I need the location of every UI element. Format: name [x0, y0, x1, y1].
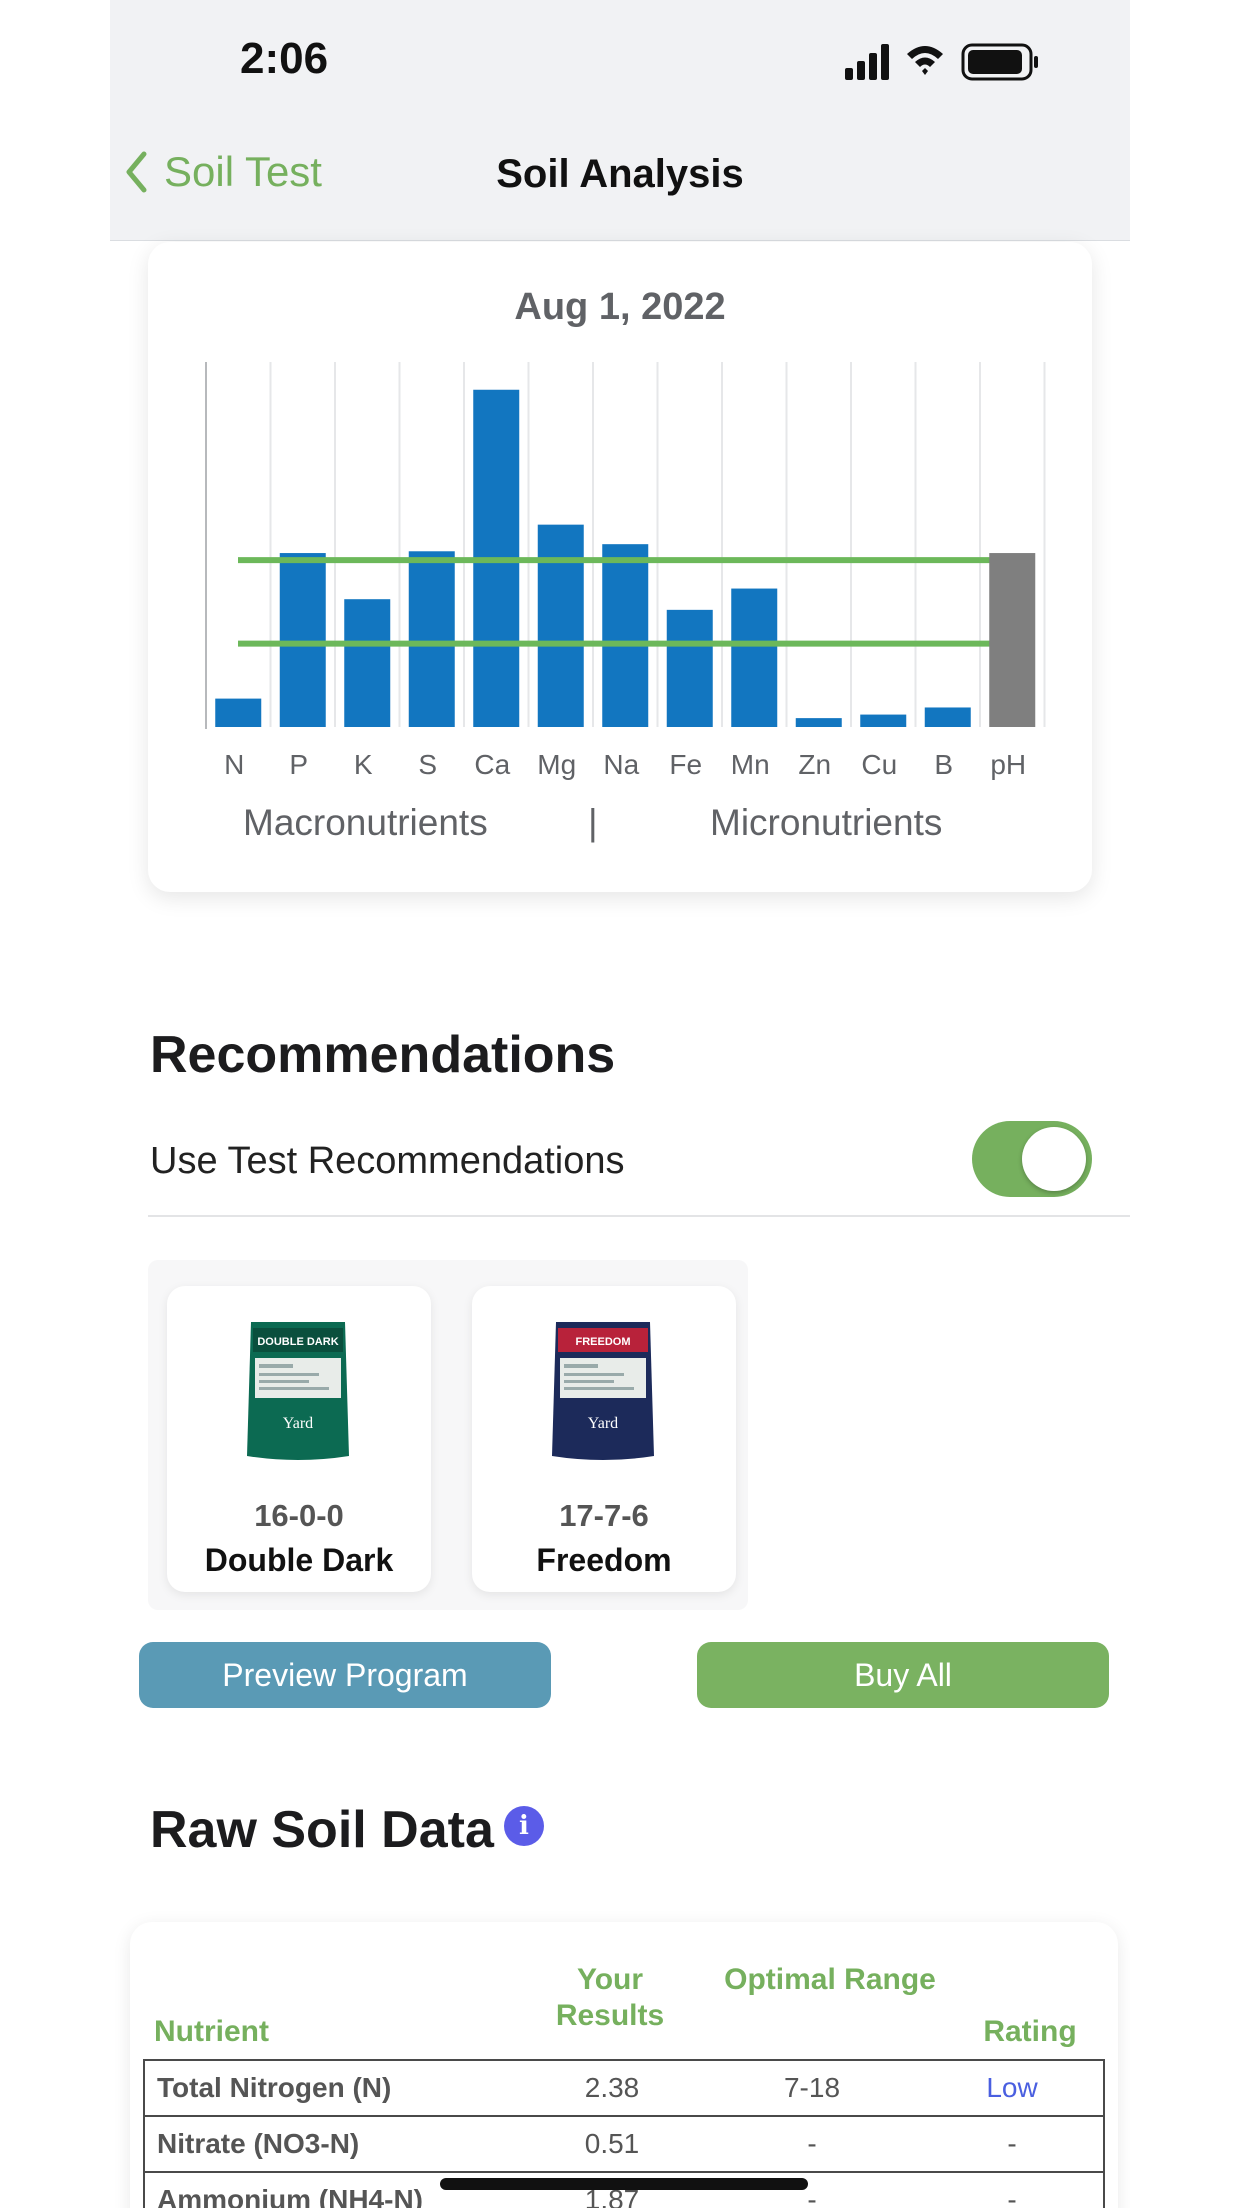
x-tick-label: Cu: [861, 749, 897, 780]
chart-bar: [989, 553, 1036, 727]
x-tick-label: Fe: [669, 749, 702, 780]
column-header-optimal-range: Optimal Range: [724, 1963, 936, 1996]
product-npk: 17-7-6: [559, 1498, 649, 1533]
column-header-results: Your Results: [555, 1963, 665, 2032]
svg-text:DOUBLE DARK: DOUBLE DARK: [257, 1336, 338, 1348]
svg-text:Yard: Yard: [283, 1415, 313, 1432]
chart-bar: [408, 551, 455, 727]
product-name: Double Dark: [204, 1542, 394, 1578]
use-test-recommendations-toggle[interactable]: [972, 1121, 1092, 1197]
x-tick-label: S: [418, 749, 437, 780]
x-tick-label: Ca: [474, 749, 510, 780]
recommended-products: DOUBLE DARK Yard 16-0-0 Double Dark FREE…: [148, 1260, 748, 1610]
chart-bar: [215, 698, 262, 727]
nutrient-name: Nitrate (NO3-N): [157, 2128, 360, 2159]
product-card-double-dark[interactable]: DOUBLE DARK Yard 16-0-0 Double Dark: [167, 1286, 431, 1592]
x-tick-label: Mg: [537, 749, 576, 780]
x-tick-label: B: [934, 749, 953, 780]
x-tick-label: K: [354, 749, 373, 780]
info-icon[interactable]: i: [504, 1806, 544, 1846]
chart-bar: [279, 553, 326, 727]
toggle-knob: [1022, 1127, 1086, 1191]
use-test-recommendations-label: Use Test Recommendations: [150, 1140, 625, 1182]
svg-text:Yard: Yard: [588, 1415, 618, 1432]
result-value: 2.38: [584, 2072, 640, 2103]
rating-value: -: [1007, 2128, 1017, 2159]
divider: [148, 1215, 1130, 1217]
column-header-nutrient: Nutrient: [154, 2015, 269, 2048]
wifi-icon: [907, 46, 943, 75]
micronutrients-label: Micronutrients: [710, 802, 943, 843]
x-tick-label: P: [289, 749, 308, 780]
optimal-range-value: -: [807, 2128, 817, 2159]
rating-value: -: [1007, 2184, 1017, 2208]
chart-bar: [860, 714, 907, 727]
rating-value: Low: [986, 2072, 1038, 2103]
x-tick-label: pH: [990, 749, 1026, 780]
chart-bar: [924, 707, 971, 727]
table-row: Nitrate (NO3-N) 0.51 - -: [143, 2115, 1105, 2173]
chart-bar: [344, 599, 391, 727]
raw-soil-data-heading: Raw Soil Data: [150, 1801, 494, 1859]
recommendations-heading: Recommendations: [150, 1026, 616, 1084]
chart-bar: [537, 524, 584, 727]
battery-icon: [961, 43, 1038, 81]
chart-bar: [602, 544, 649, 727]
status-time: 2:06: [240, 34, 329, 83]
signal-icon: [845, 44, 889, 80]
fertilizer-bag-image: DOUBLE DARK Yard: [247, 1322, 349, 1460]
product-name: Freedom: [536, 1542, 672, 1578]
nutrient-name: Total Nitrogen (N): [157, 2072, 392, 2103]
x-tick-label: Zn: [798, 749, 831, 780]
fertilizer-bag-image: FREEDOM Yard: [552, 1322, 654, 1460]
x-tick-label: Mn: [731, 749, 770, 780]
preview-program-button[interactable]: Preview Program: [139, 1642, 551, 1708]
soil-chart-card: Aug 1, 2022 N P K S Ca Mg Na Fe Mn Zn Cu BpH Macron…: [148, 242, 1092, 892]
chart-bar: [795, 718, 842, 727]
nutrient-name: Ammonium (NH4-N): [157, 2184, 423, 2208]
raw-soil-data-table: Nutrient Your Results Optimal Range Rati…: [130, 1922, 1118, 2208]
x-tick-label: Na: [603, 749, 639, 780]
optimal-range-value: 7-18: [783, 2072, 841, 2103]
result-value: 0.51: [584, 2128, 640, 2159]
page-title: Soil Analysis: [496, 152, 744, 196]
buy-all-button[interactable]: Buy All: [697, 1642, 1109, 1708]
status-icons: [845, 43, 1038, 81]
home-indicator: [440, 2178, 808, 2190]
group-divider: |: [588, 802, 598, 843]
macronutrients-label: Macronutrients: [243, 802, 488, 843]
svg-text:FREEDOM: FREEDOM: [576, 1336, 631, 1348]
column-header-rating: Rating: [983, 2015, 1077, 2048]
chart-bar: [666, 609, 713, 727]
soil-nutrient-chart: N P K S Ca Mg Na Fe Mn Zn Cu BpH: [205, 362, 1046, 780]
soil-analysis-screen: 2:06 Soil Test Soil Analysis Aug 1, 2022…: [110, 0, 1130, 2208]
chart-bar: [731, 588, 778, 727]
product-npk: 16-0-0: [254, 1498, 344, 1533]
table-row: Total Nitrogen (N) 2.38 7-18 Low: [143, 2059, 1105, 2117]
x-tick-label: N: [224, 749, 244, 780]
product-card-freedom[interactable]: FREEDOM Yard 17-7-6 Freedom: [472, 1286, 736, 1592]
